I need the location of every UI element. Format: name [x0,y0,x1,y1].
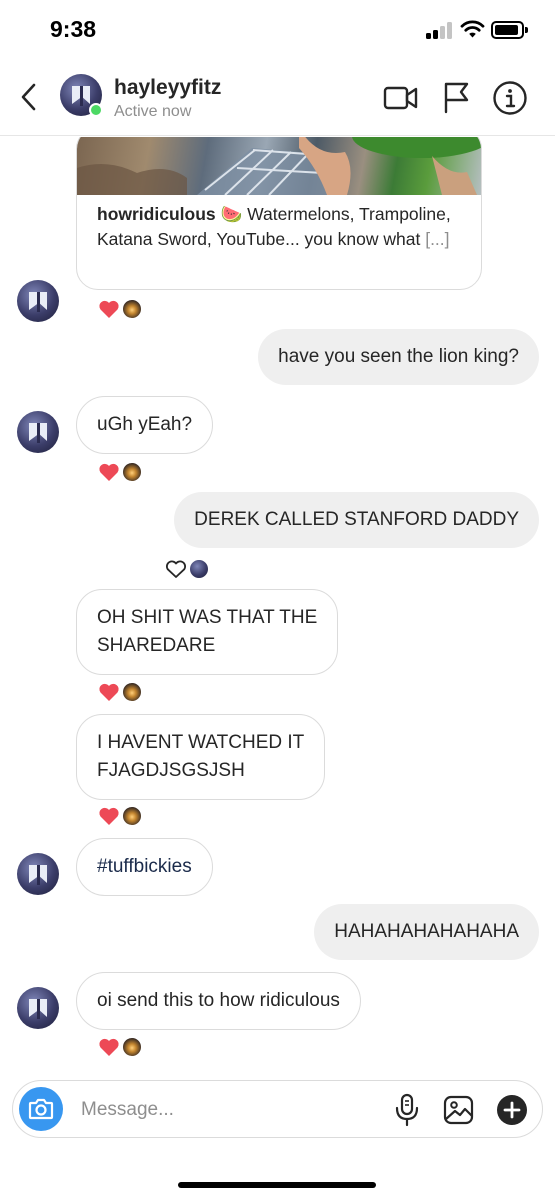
message-line: SHAREDARE [97,635,216,656]
message-line: FJAGDJSGSJSH [97,760,245,781]
message-bubble-sent[interactable]: HAHAHAHAHAHAHA [314,904,539,960]
message-input[interactable] [81,1095,371,1125]
heart-icon[interactable] [97,804,121,828]
wifi-icon [460,20,485,38]
header-active-status: Active now [114,103,192,120]
message-bubble-sent[interactable]: DEREK CALLED STANFORD DADDY [174,492,539,548]
cellular-signal-icon [426,22,454,39]
camera-button[interactable] [19,1087,63,1131]
message-line: OH SHIT WAS THAT THE [97,607,318,628]
chat-header: hayleyyfitz Active now [0,62,555,136]
avatar[interactable] [17,987,59,1029]
message-composer [12,1080,543,1138]
shared-post-caption: howridiculous 🍉 Watermelons, Trampoline,… [97,202,469,252]
gallery-icon[interactable] [443,1094,475,1126]
microphone-icon[interactable] [394,1093,420,1127]
message-line: I HAVENT WATCHED IT [97,732,305,753]
message-bubble-received[interactable]: oi send this to how ridiculous [76,972,361,1030]
heart-icon[interactable] [97,460,121,484]
flag-icon[interactable] [441,80,471,114]
shared-post-username[interactable]: howridiculous [97,204,216,224]
message-bubble-received[interactable]: I HAVENT WATCHED IT FJAGDJSGSJSH [76,714,326,800]
camera-icon [28,1098,54,1120]
home-indicator[interactable] [178,1182,376,1188]
watermelon-emoji: 🍉 [220,204,243,224]
status-time: 9:38 [50,16,97,42]
chevron-left-icon[interactable] [14,80,44,114]
shared-post-card[interactable]: howridiculous 🍉 Watermelons, Trampoline,… [76,137,482,290]
reaction-avatar [122,462,142,482]
avatar[interactable] [17,280,59,322]
avatar[interactable] [17,853,59,895]
heart-icon[interactable] [97,680,121,704]
battery-icon [491,21,528,39]
shared-post-image[interactable] [77,137,481,195]
reaction-avatar [122,682,142,702]
message-bubble-received[interactable]: OH SHIT WAS THAT THE SHAREDARE [76,589,339,675]
reaction-avatar [122,299,142,319]
hashtag-message-bubble[interactable]: #tuffbickies [76,838,213,896]
header-username[interactable]: hayleyyfitz [114,76,221,100]
heart-icon[interactable] [97,1035,121,1059]
reaction-avatar [189,559,209,579]
message-bubble-received[interactable]: uGh yEah? [76,396,214,454]
status-bar: 9:38 [0,0,555,62]
reaction-avatar [122,806,142,826]
heart-icon[interactable] [97,297,121,321]
message-bubble-sent[interactable]: have you seen the lion king? [258,329,539,385]
info-icon[interactable] [492,80,528,116]
heart-outline-icon[interactable] [164,557,188,581]
avatar[interactable] [17,411,59,453]
video-camera-icon[interactable] [383,83,419,113]
reaction-avatar [122,1037,142,1057]
active-status-dot [89,103,103,117]
plus-circle-icon[interactable] [496,1094,528,1126]
shared-post-more-link[interactable]: [...] [425,229,449,249]
chat-thread[interactable]: howridiculous 🍉 Watermelons, Trampoline,… [0,137,555,1077]
